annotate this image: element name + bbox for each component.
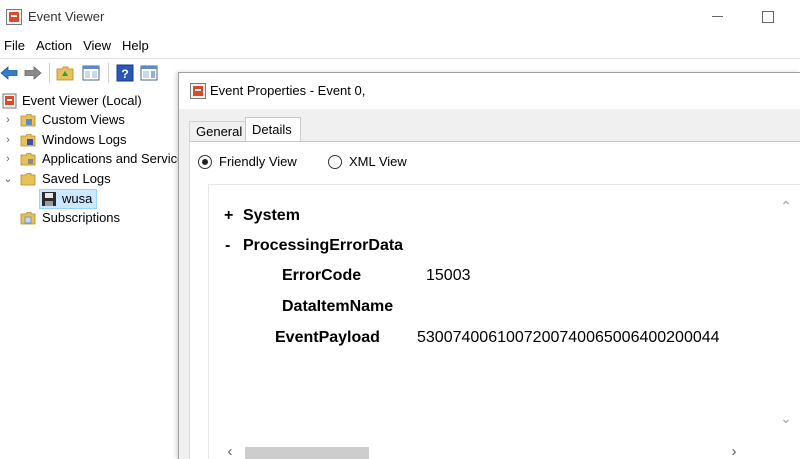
event-properties-dialog: Event Properties - Event 0, General Deta… <box>178 72 800 459</box>
event-payload-value: 5300740061007200740065006400200044 <box>417 329 720 346</box>
maximize-button[interactable] <box>744 0 790 32</box>
chevron-right-icon[interactable]: › <box>3 130 13 150</box>
tree-item-custom-views[interactable]: › Custom Views <box>0 110 180 130</box>
chevron-left-icon[interactable]: ‹ <box>223 444 237 459</box>
error-code-value: 15003 <box>426 267 471 284</box>
disk-icon <box>42 192 56 206</box>
folder-up-icon[interactable] <box>56 64 74 82</box>
chevron-down-icon[interactable]: ⌄ <box>779 411 793 425</box>
tab-details[interactable]: Details <box>245 117 301 142</box>
tree-label: Saved Logs <box>42 171 111 186</box>
title-bar: Event Viewer <box>0 0 800 34</box>
tree-item-windows-logs[interactable]: › Windows Logs <box>0 130 180 150</box>
chevron-right-icon[interactable]: › <box>3 110 13 130</box>
chevron-down-icon[interactable]: ⌄ <box>3 169 13 189</box>
tree-item-saved-logs[interactable]: ⌄ Saved Logs <box>0 169 180 189</box>
tree-label: Subscriptions <box>42 210 121 225</box>
friendly-view-radio[interactable] <box>198 155 212 169</box>
toolbar-separator <box>108 63 109 83</box>
toolbar-separator <box>49 63 50 83</box>
window-title: Event Viewer <box>28 9 105 24</box>
folder-icon <box>20 134 36 147</box>
svg-text:?: ? <box>121 67 128 81</box>
event-detail-viewer: + System - ProcessingErrorData ErrorCode… <box>208 184 800 459</box>
processing-collapse-toggle[interactable]: - <box>225 237 230 255</box>
console-tree: Event Viewer (Local) › Custom Views › Wi… <box>0 90 180 459</box>
tree-label: Event Viewer (Local) <box>22 93 142 108</box>
xml-view-label: XML View <box>349 154 407 169</box>
xml-view-radio[interactable] <box>328 155 342 169</box>
data-item-name-label: DataItemName <box>282 298 394 315</box>
chevron-right-icon[interactable]: › <box>727 444 741 459</box>
action-pane-icon[interactable] <box>140 64 158 82</box>
menu-action[interactable]: Action <box>31 36 78 56</box>
event-viewer-icon <box>2 93 17 109</box>
tree-item-applications-services-logs[interactable]: › Applications and Services Logs <box>0 149 180 169</box>
tree-label: Applications and Services Logs <box>42 151 180 166</box>
system-expand-toggle[interactable]: + <box>224 207 233 225</box>
back-arrow-icon[interactable] <box>0 64 18 82</box>
minimize-button[interactable] <box>694 0 740 32</box>
help-icon[interactable]: ? <box>116 64 134 82</box>
tab-general[interactable]: General <box>189 121 246 141</box>
tree-item-wusa[interactable]: wusa <box>0 189 180 209</box>
friendly-view-option[interactable]: Friendly View <box>198 153 318 171</box>
show-pane-icon[interactable] <box>82 64 100 82</box>
vertical-scrollbar[interactable]: ⌃ ⌄ <box>757 185 800 443</box>
tree-label: Custom Views <box>42 112 125 127</box>
tree-label: wusa <box>62 191 93 206</box>
tree-label: Windows Logs <box>42 132 127 147</box>
folder-icon <box>20 212 36 225</box>
horizontal-scrollbar[interactable]: ‹ › <box>209 443 800 459</box>
chevron-right-icon[interactable]: › <box>3 149 13 169</box>
tree-item-subscriptions[interactable]: Subscriptions <box>0 208 180 228</box>
dialog-title: Event Properties - Event 0, <box>210 83 366 98</box>
event-viewer-icon <box>190 83 206 99</box>
processing-node-label[interactable]: ProcessingErrorData <box>243 237 403 255</box>
menu-file[interactable]: File <box>0 36 31 56</box>
event-payload-label: EventPayload <box>275 329 380 346</box>
friendly-view-label: Friendly View <box>219 154 297 169</box>
menu-bar: File Action View Help <box>0 36 155 56</box>
dialog-title-bar: Event Properties - Event 0, <box>179 73 800 109</box>
folder-icon <box>20 173 36 186</box>
forward-arrow-icon[interactable] <box>24 64 42 82</box>
error-code-label: ErrorCode <box>282 267 362 284</box>
tree-item-root[interactable]: Event Viewer (Local) <box>0 91 180 111</box>
menu-help[interactable]: Help <box>117 36 155 56</box>
system-node-label[interactable]: System <box>243 207 300 225</box>
chevron-up-icon[interactable]: ⌃ <box>779 199 793 213</box>
menu-view[interactable]: View <box>78 36 117 56</box>
folder-icon <box>20 153 36 166</box>
folder-icon <box>20 114 36 127</box>
xml-view-option[interactable]: XML View <box>328 153 418 171</box>
horizontal-scroll-thumb[interactable] <box>245 447 369 459</box>
event-viewer-icon <box>6 9 22 25</box>
